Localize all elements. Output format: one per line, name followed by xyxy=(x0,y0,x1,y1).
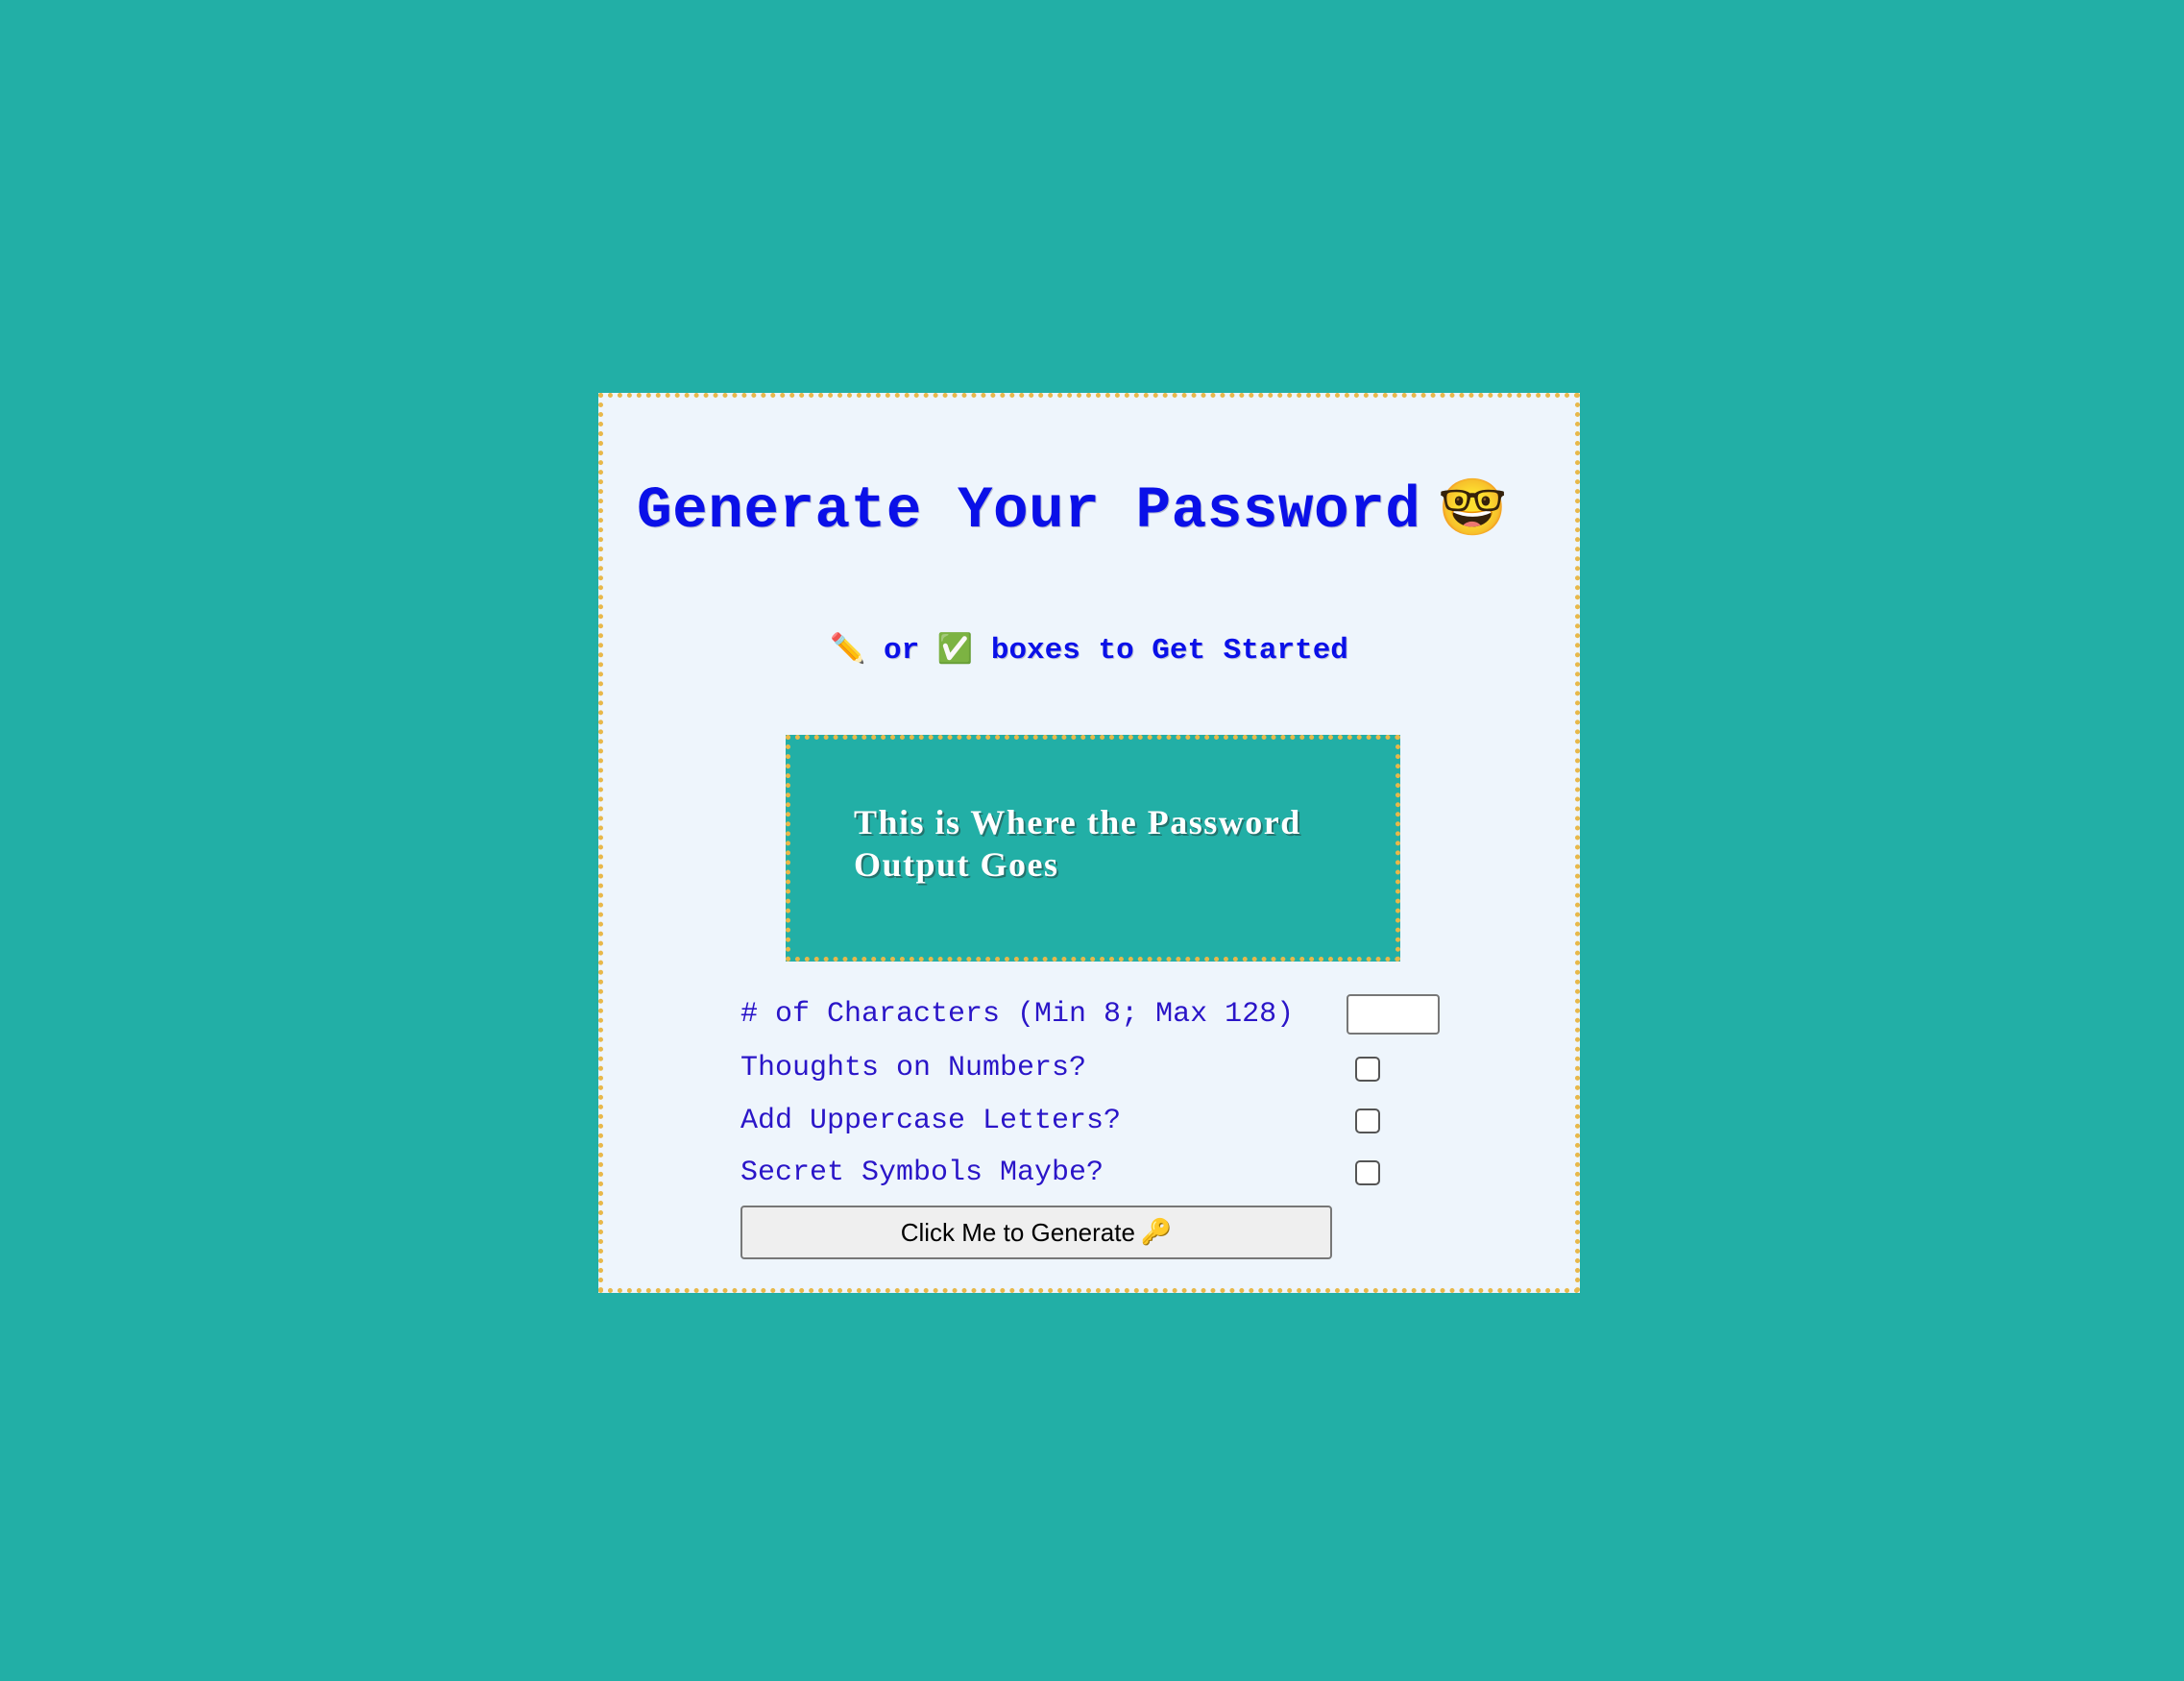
uppercase-row: Add Uppercase Letters? xyxy=(740,1100,1121,1142)
symbols-row: Secret Symbols Maybe? xyxy=(740,1152,1104,1194)
check-box-icon: ✅ xyxy=(936,632,974,666)
generate-button[interactable]: Click Me to Generate 🔑 xyxy=(740,1206,1332,1259)
uppercase-checkbox[interactable] xyxy=(1355,1108,1380,1133)
numbers-checkbox[interactable] xyxy=(1355,1057,1380,1082)
uppercase-label: Add Uppercase Letters? xyxy=(740,1105,1122,1137)
symbols-checkbox[interactable] xyxy=(1355,1160,1380,1185)
generator-card: Generate Your Password 🤓 ✏️ or ✅ boxes to… xyxy=(598,393,1580,1293)
length-row: # of Characters (Min 8; Max 128) xyxy=(740,993,1294,1035)
instructions-or: or xyxy=(884,634,920,668)
password-output-text: This is Where the Password Output Goes xyxy=(854,803,1301,884)
instructions: ✏️ or ✅ boxes to Get Started xyxy=(603,632,1575,668)
pencil-icon: ✏️ xyxy=(830,632,866,666)
generate-button-label: Click Me to Generate xyxy=(900,1217,1135,1247)
length-label: # of Characters (Min 8; Max 128) xyxy=(740,998,1295,1031)
password-output-box: This is Where the Password Output Goes xyxy=(786,735,1400,962)
numbers-row: Thoughts on Numbers? xyxy=(740,1047,1086,1089)
page-background: Generate Your Password 🤓 ✏️ or ✅ boxes to… xyxy=(0,0,2184,1681)
numbers-label: Thoughts on Numbers? xyxy=(740,1052,1087,1084)
page-title: Generate Your Password 🤓 xyxy=(637,479,1559,541)
key-icon: 🔑 xyxy=(1140,1218,1173,1247)
nerd-face-icon: 🤓 xyxy=(1438,475,1509,540)
title-text: Generate Your Password xyxy=(637,478,1421,545)
length-input[interactable] xyxy=(1347,994,1440,1035)
symbols-label: Secret Symbols Maybe? xyxy=(740,1157,1104,1189)
instructions-text: boxes to Get Started xyxy=(990,634,1348,668)
